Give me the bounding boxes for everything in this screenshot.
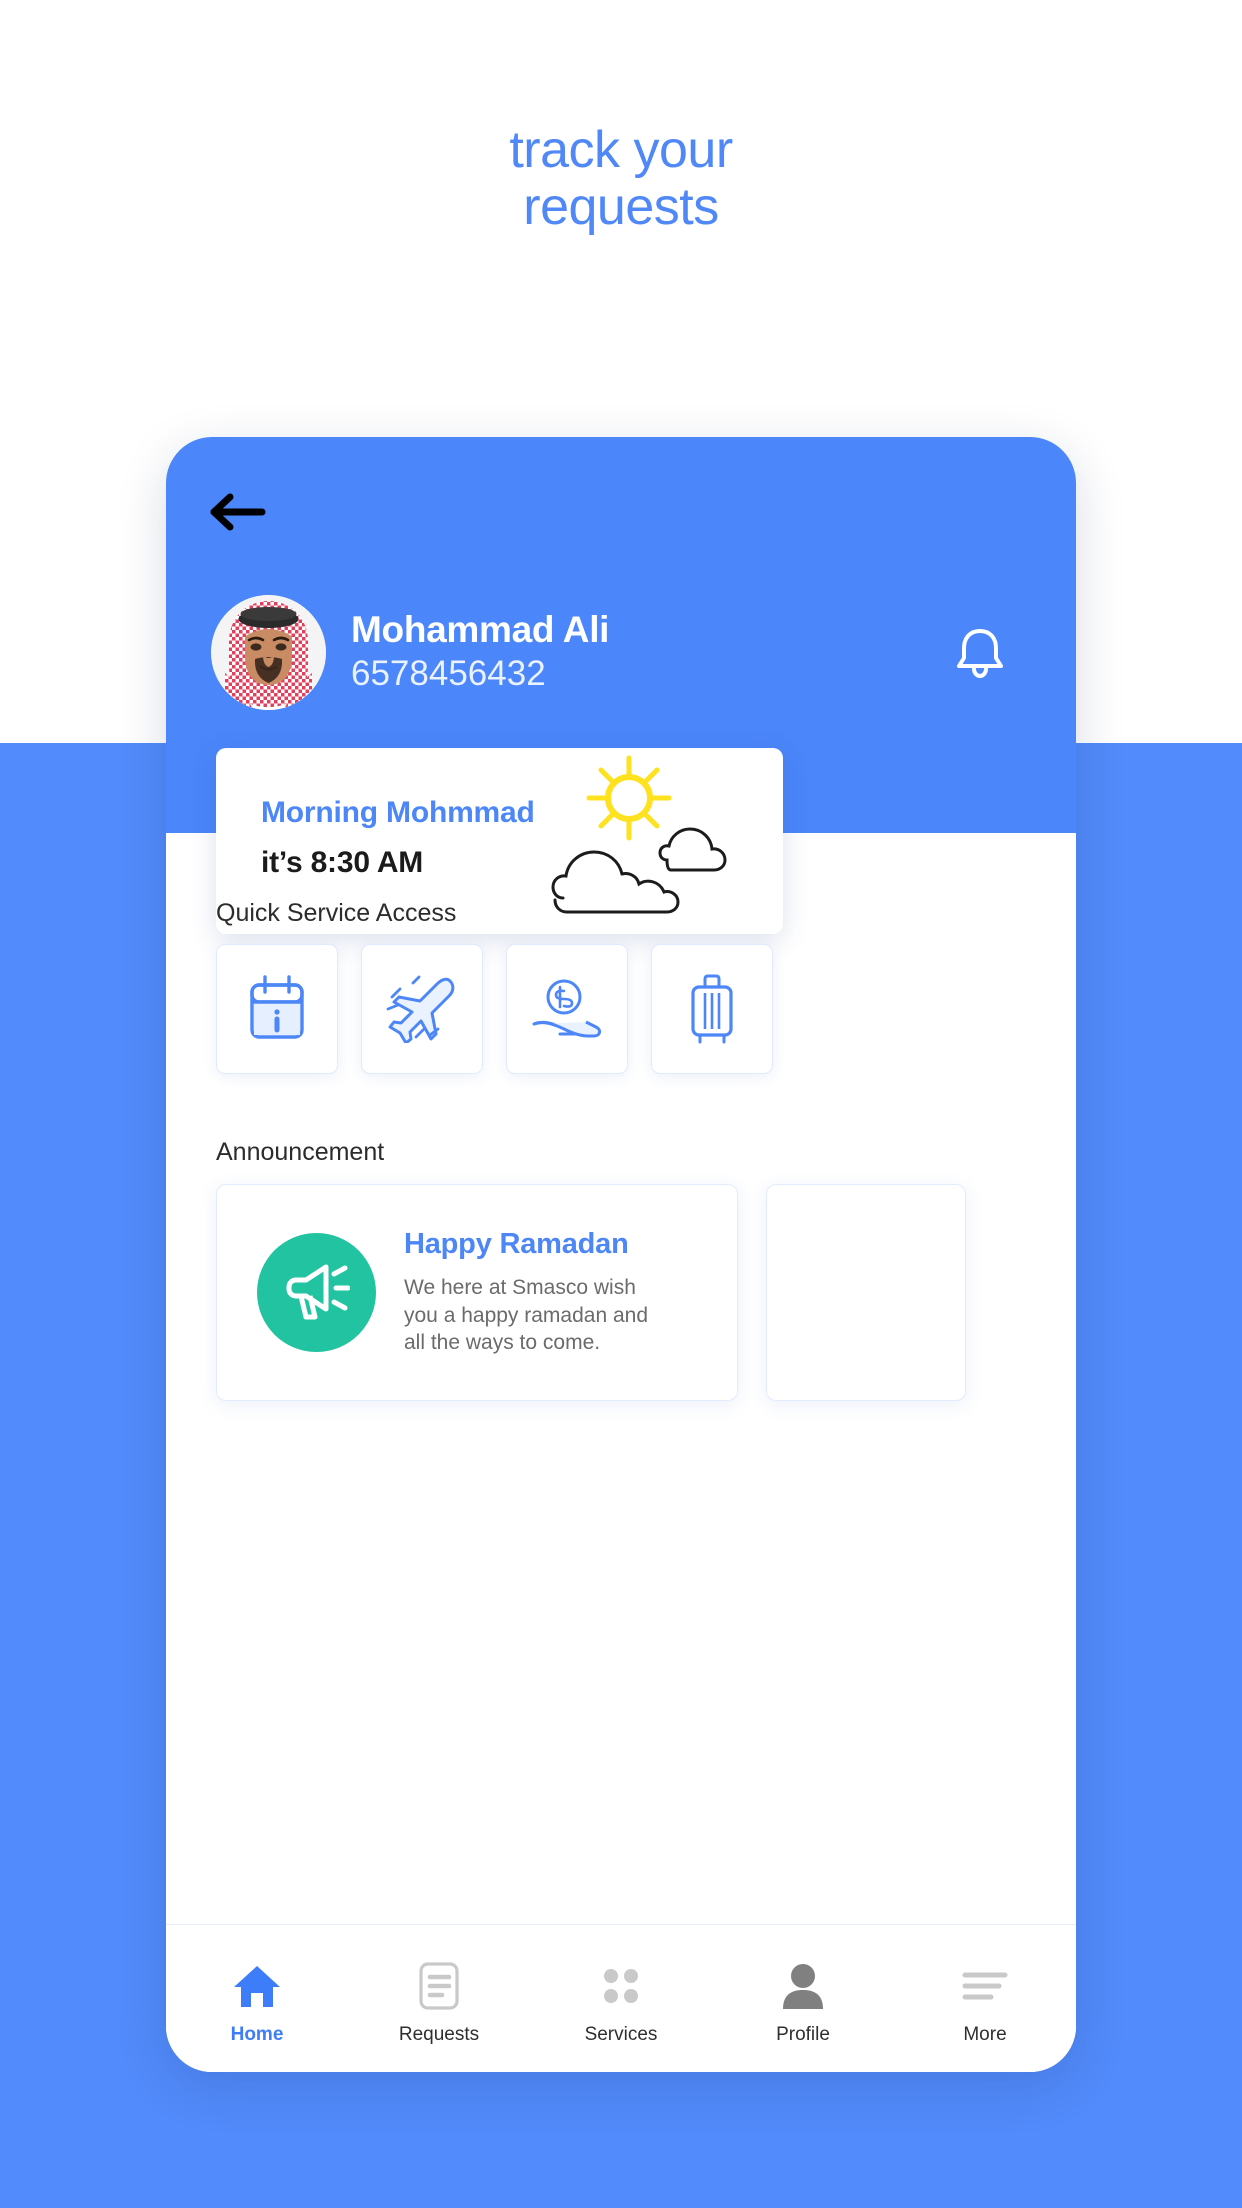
quick-tile-flight[interactable] (361, 944, 483, 1074)
calendar-info-icon (250, 975, 304, 1039)
airplane-icon (386, 975, 455, 1043)
nav-label-profile: Profile (776, 2023, 830, 2045)
notification-button[interactable] (949, 621, 1011, 683)
page-headline: track your requests (0, 121, 1242, 237)
money-in-hand-icon (532, 979, 602, 1038)
nav-item-more[interactable]: More (894, 1925, 1076, 2072)
quick-service-tiles (216, 944, 1056, 1074)
quick-tile-luggage[interactable] (651, 944, 773, 1074)
bell-icon (957, 629, 1003, 679)
announcement-title: Happy Ramadan (404, 1227, 629, 1260)
nav-item-requests[interactable]: Requests (348, 1925, 530, 2072)
grid-dots-icon (604, 1968, 638, 2003)
nav-label-requests: Requests (398, 2023, 480, 2045)
quick-tile-calendar[interactable] (216, 944, 338, 1074)
greeting-time: it’s 8:30 AM (261, 846, 424, 879)
announcement-card[interactable]: Happy Ramadan We here at Smasco wish you… (216, 1184, 738, 1401)
headline-line-1: track your (509, 121, 733, 179)
bottom-navigation: Home Requests Services Profile More (166, 1924, 1076, 2072)
profile-text: Mohammad Ali 6578456432 (351, 609, 949, 696)
quick-service-label: Quick Service Access (216, 899, 457, 927)
nav-label-home: Home (230, 2023, 284, 2045)
user-phone: 6578456432 (351, 654, 546, 694)
sun-and-clouds-icon (551, 755, 727, 914)
announcement-description: We here at Smasco wish you a happy ramad… (404, 1275, 649, 1355)
back-button[interactable] (206, 487, 272, 537)
nav-item-home[interactable]: Home (166, 1925, 348, 2072)
nav-label-more: More (963, 2023, 1007, 2045)
nav-icon-requests (417, 1960, 461, 2012)
nav-label-services: Services (584, 2023, 658, 2045)
weather-illustration (547, 748, 777, 934)
megaphone-icon (286, 1264, 350, 1319)
greeting-title: Morning Mohmmad (261, 796, 535, 829)
user-name: Mohammad Ali (351, 608, 610, 650)
greeting-text: Morning Mohmmad it’s 8:30 AM (261, 796, 535, 880)
nav-icon-home (232, 1960, 282, 2012)
person-icon (783, 1963, 823, 2009)
document-icon (419, 1961, 459, 2010)
nav-icon-more (961, 1960, 1009, 2012)
profile-row: Mohammad Ali 6578456432 (211, 592, 1031, 712)
screen-root: track your requests Mohammad Ali 6578456… (0, 0, 1242, 2208)
avatar[interactable] (211, 594, 326, 710)
nav-item-services[interactable]: Services (530, 1925, 712, 2072)
announcement-body: Happy Ramadan We here at Smasco wish you… (404, 1228, 715, 1357)
headline-line-2: requests (523, 178, 719, 237)
nav-item-profile[interactable]: Profile (712, 1925, 894, 2072)
phone-mockup: Mohammad Ali 6578456432 Morning Mohmmad … (166, 437, 1076, 2072)
suitcase-icon (691, 974, 733, 1044)
quick-tile-finance[interactable] (506, 944, 628, 1074)
announcement-icon-circle (257, 1233, 376, 1352)
announcement-label: Announcement (216, 1138, 385, 1166)
home-icon (234, 1965, 280, 2007)
nav-icon-profile (781, 1960, 825, 2012)
hamburger-menu-icon (962, 1972, 1008, 1999)
nav-icon-services (599, 1960, 643, 2012)
announcement-card-next[interactable] (766, 1184, 966, 1401)
user-photo-avatar (211, 594, 326, 710)
arrow-left-icon (210, 493, 266, 531)
announcement-carousel[interactable]: Happy Ramadan We here at Smasco wish you… (216, 1184, 1076, 1401)
